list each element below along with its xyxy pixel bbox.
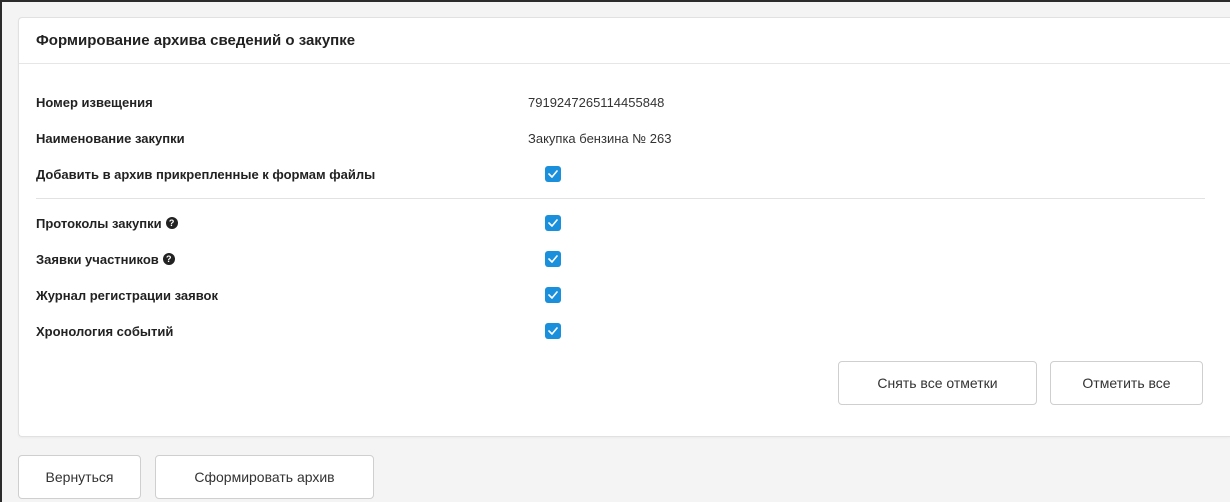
option-row-registration-log: Журнал регистрации заявок xyxy=(36,283,1206,307)
section-divider xyxy=(36,198,1205,199)
option-row-applications: Заявки участников ? xyxy=(36,247,1206,271)
option-label-applications: Заявки участников ? xyxy=(36,252,175,267)
notice-number-row: Номер извещения 7919247265114455848 xyxy=(36,90,1206,114)
attach-files-checkbox[interactable] xyxy=(545,166,561,182)
attach-files-row: Добавить в архив прикрепленные к формам … xyxy=(36,162,1206,186)
question-circle-icon[interactable]: ? xyxy=(162,253,175,265)
check-icon xyxy=(548,327,558,335)
option-text-applications: Заявки участников xyxy=(36,251,159,267)
option-label-protocols: Протоколы закупки ? xyxy=(36,216,178,231)
question-circle-icon[interactable]: ? xyxy=(165,217,178,229)
uncheck-all-button[interactable]: Снять все отметки xyxy=(838,361,1037,405)
attach-files-label: Добавить в архив прикрепленные к формам … xyxy=(36,166,376,182)
option-row-protocols: Протоколы закупки ? xyxy=(36,211,1206,235)
option-text-registration-log: Журнал регистрации заявок xyxy=(36,287,219,303)
archive-form-card: Формирование архива сведений о закупке Н… xyxy=(18,17,1230,437)
registration-log-checkbox[interactable] xyxy=(545,287,561,303)
check-icon xyxy=(548,219,558,227)
option-row-chronology: Хронология событий xyxy=(36,319,1206,343)
check-icon xyxy=(548,170,558,178)
card-header: Формирование архива сведений о закупке xyxy=(19,18,1230,64)
purchase-name-row: Наименование закупки Закупка бензина № 2… xyxy=(36,126,1206,150)
check-all-button[interactable]: Отметить все xyxy=(1050,361,1203,405)
applications-checkbox[interactable] xyxy=(545,251,561,267)
back-button[interactable]: Вернуться xyxy=(18,455,141,499)
notice-number-label: Номер извещения xyxy=(36,94,153,110)
purchase-name-value: Закупка бензина № 263 xyxy=(528,130,672,146)
notice-number-value: 7919247265114455848 xyxy=(528,94,665,110)
option-text-chronology: Хронология событий xyxy=(36,323,174,339)
chronology-checkbox[interactable] xyxy=(545,323,561,339)
check-icon xyxy=(548,291,558,299)
option-text-protocols: Протоколы закупки xyxy=(36,215,162,231)
protocols-checkbox[interactable] xyxy=(545,215,561,231)
purchase-name-label: Наименование закупки xyxy=(36,130,185,146)
check-icon xyxy=(548,255,558,263)
card-title: Формирование архива сведений о закупке xyxy=(36,32,356,49)
build-archive-button[interactable]: Сформировать архив xyxy=(155,455,374,499)
